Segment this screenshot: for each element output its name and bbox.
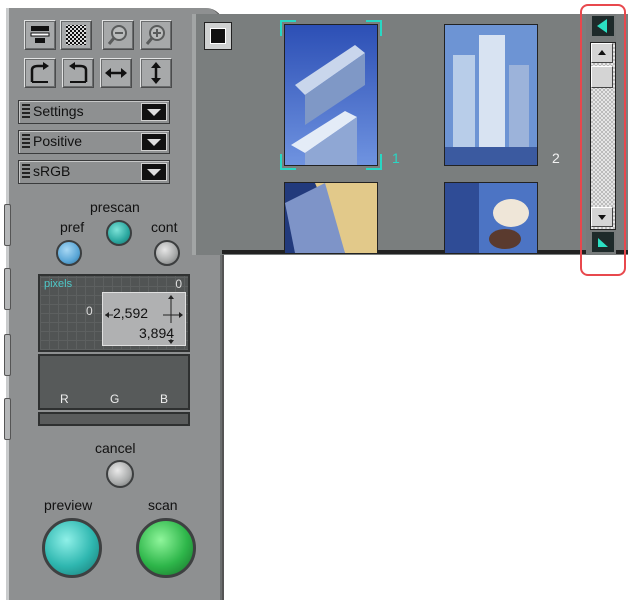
preview-label: preview <box>44 497 93 513</box>
cancel-label: cancel <box>95 440 136 456</box>
flip-vertical-icon[interactable] <box>140 58 172 88</box>
zoom-in-icon[interactable] <box>140 20 172 50</box>
thumbnail-4-image <box>445 183 537 253</box>
side-tab[interactable] <box>4 398 11 440</box>
thumbnail-3[interactable] <box>284 182 378 254</box>
grip-icon <box>22 134 30 150</box>
settings-value: Settings <box>33 103 84 119</box>
pixel-dimensions: 2,592 3,894 <box>102 292 186 346</box>
thumbnail-2[interactable] <box>444 24 538 166</box>
film-type-value: Positive <box>33 133 83 149</box>
chevron-down-icon[interactable] <box>141 133 167 151</box>
channel-r: R <box>60 392 69 406</box>
checker-icon[interactable] <box>60 20 92 50</box>
thumbnail-1-image <box>285 25 377 165</box>
scan-mode-icon[interactable] <box>24 20 56 50</box>
frame-mode-button[interactable] <box>204 22 232 50</box>
cont-label: cont <box>151 219 178 235</box>
selection-corner <box>280 20 296 36</box>
selection-corner <box>366 154 382 170</box>
selection-corner <box>366 20 382 36</box>
grip-icon <box>22 164 30 180</box>
grip-icon <box>22 104 30 120</box>
histogram-bar <box>38 412 190 426</box>
thumbnail-1-number: 1 <box>392 150 400 166</box>
rotate-left-icon[interactable] <box>62 58 94 88</box>
thumbnail-2-number: 2 <box>552 150 560 166</box>
channel-g: G <box>110 392 120 406</box>
pixel-height: 3,894 <box>139 325 175 341</box>
chevron-down-icon[interactable] <box>141 163 167 181</box>
thumbnail-strip <box>192 14 628 255</box>
thumbnail-4[interactable] <box>444 182 538 254</box>
cancel-button[interactable] <box>106 460 134 488</box>
side-tab[interactable] <box>4 268 11 310</box>
thumbnail-3-image <box>285 183 377 253</box>
preview-button[interactable] <box>42 518 102 578</box>
strip-bottom-edge <box>222 250 628 254</box>
flip-horizontal-icon[interactable] <box>100 58 132 88</box>
pref-label: pref <box>60 219 85 235</box>
strip-divider <box>192 14 196 255</box>
histogram: R G B <box>38 354 190 410</box>
square-icon <box>210 28 226 44</box>
zoom-out-icon[interactable] <box>102 20 134 50</box>
thumbnail-2-image <box>445 25 537 165</box>
selection-corner <box>280 154 296 170</box>
origin-left: 0 <box>86 304 93 318</box>
highlight-box <box>580 4 626 276</box>
film-type-dropdown[interactable]: Positive <box>18 130 170 154</box>
cont-button[interactable] <box>154 240 180 266</box>
pixels-title: pixels <box>44 278 73 290</box>
side-tab[interactable] <box>4 204 11 246</box>
rotate-right-icon[interactable] <box>24 58 56 88</box>
side-tab[interactable] <box>4 334 11 376</box>
origin-top: 0 <box>175 277 182 291</box>
scan-button[interactable] <box>136 518 196 578</box>
chevron-down-icon[interactable] <box>141 103 167 121</box>
pixel-width: 2,592 <box>113 305 149 321</box>
color-space-dropdown[interactable]: sRGB <box>18 160 170 184</box>
prescan-label: prescan <box>90 199 140 215</box>
pixel-info-box: pixels 0 0 2,592 3,894 <box>38 274 190 352</box>
channel-b: B <box>160 392 169 406</box>
thumbnail-1[interactable] <box>284 24 378 166</box>
settings-dropdown[interactable]: Settings <box>18 100 170 124</box>
prescan-button[interactable] <box>106 220 132 246</box>
scan-label: scan <box>148 497 178 513</box>
pref-button[interactable] <box>56 240 82 266</box>
color-space-value: sRGB <box>33 163 71 179</box>
